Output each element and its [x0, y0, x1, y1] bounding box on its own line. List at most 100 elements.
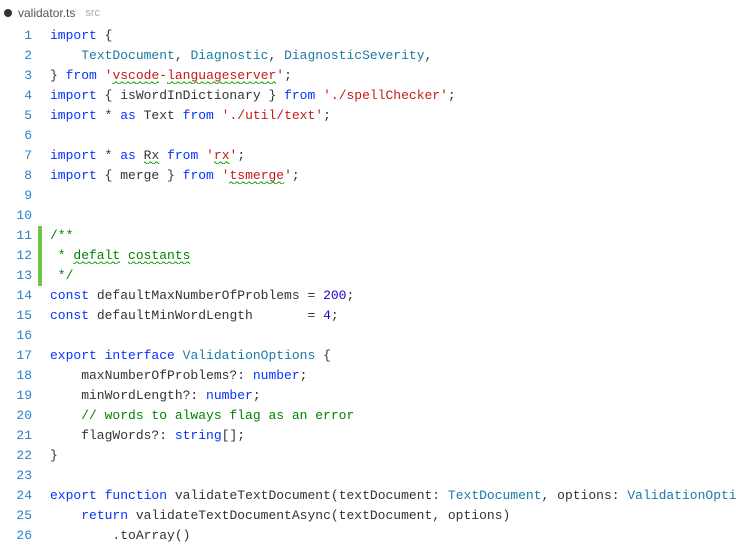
- code-token: ;: [323, 108, 331, 123]
- code-line[interactable]: const defaultMinWordLength = 4;: [50, 306, 736, 326]
- line-number: 16: [0, 326, 32, 346]
- code-token: import: [50, 168, 97, 183]
- code-token: return: [81, 508, 128, 523]
- code-token: import: [50, 28, 97, 43]
- code-token: from: [66, 68, 97, 83]
- line-number: 22: [0, 446, 32, 466]
- tab-path-hint: src: [85, 3, 100, 23]
- code-line[interactable]: [50, 206, 736, 226]
- spelling-warning: rx: [214, 148, 230, 164]
- line-number-gutter: 1234567891011121314151617181920212223242…: [0, 26, 38, 547]
- code-token: ': [206, 148, 214, 163]
- code-line[interactable]: [50, 326, 736, 346]
- code-token: */: [50, 268, 73, 283]
- code-token: [97, 348, 105, 363]
- code-token: *: [50, 248, 73, 263]
- spelling-warning: costants: [128, 248, 190, 264]
- diff-decoration-gutter: [38, 26, 44, 547]
- line-number: 10: [0, 206, 32, 226]
- code-line[interactable]: import * as Rx from 'rx';: [50, 146, 736, 166]
- code-line[interactable]: maxNumberOfProblems?: number;: [50, 366, 736, 386]
- code-token: *: [97, 108, 120, 123]
- code-line[interactable]: [50, 466, 736, 486]
- line-number: 3: [0, 66, 32, 86]
- code-line[interactable]: minWordLength?: number;: [50, 386, 736, 406]
- line-number: 26: [0, 526, 32, 546]
- code-line[interactable]: // words to always flag as an error: [50, 406, 736, 426]
- dirty-indicator-icon: [4, 9, 12, 17]
- code-token: [50, 48, 81, 63]
- code-token: .toArray(): [50, 528, 190, 543]
- code-token: from: [284, 88, 315, 103]
- spelling-warning: Rx: [144, 148, 160, 164]
- code-token: -: [159, 68, 167, 83]
- code-line[interactable]: */: [50, 266, 736, 286]
- code-line[interactable]: import {: [50, 26, 736, 46]
- code-token: './spellChecker': [323, 88, 448, 103]
- line-number: 20: [0, 406, 32, 426]
- diff-added-bar: [38, 226, 42, 286]
- line-number: 8: [0, 166, 32, 186]
- line-number: 17: [0, 346, 32, 366]
- code-line[interactable]: import { merge } from 'tsmerge';: [50, 166, 736, 186]
- code-line[interactable]: [50, 186, 736, 206]
- line-number: 1: [0, 26, 32, 46]
- code-token: const: [50, 288, 89, 303]
- code-line[interactable]: TextDocument, Diagnostic, DiagnosticSeve…: [50, 46, 736, 66]
- code-line[interactable]: flagWords?: string[];: [50, 426, 736, 446]
- code-token: validateTextDocumentAsync(textDocument, …: [128, 508, 510, 523]
- code-token: ;: [331, 308, 339, 323]
- code-token: ;: [346, 288, 354, 303]
- code-token: (textDocument:: [331, 488, 448, 503]
- code-line[interactable]: return validateTextDocumentAsync(textDoc…: [50, 506, 736, 526]
- code-token: [120, 248, 128, 263]
- code-line[interactable]: const defaultMaxNumberOfProblems = 200;: [50, 286, 736, 306]
- editor-tab[interactable]: validator.ts src: [4, 3, 100, 23]
- tab-filename: validator.ts: [18, 3, 75, 23]
- code-line[interactable]: .toArray(): [50, 526, 736, 546]
- code-token: [50, 408, 81, 423]
- code-line[interactable]: import * as Text from './util/text';: [50, 106, 736, 126]
- code-token: ': [284, 168, 292, 183]
- code-token: minWordLength?:: [50, 388, 206, 403]
- editor-tab-bar: validator.ts src: [0, 0, 736, 24]
- code-token: ;: [237, 148, 245, 163]
- spelling-warning: vscode: [112, 68, 159, 84]
- code-line[interactable]: * defalt costants: [50, 246, 736, 266]
- code-token: ValidationOptions: [183, 348, 316, 363]
- code-token: maxNumberOfProblems?:: [50, 368, 253, 383]
- code-token: DiagnosticSeverity: [284, 48, 424, 63]
- code-token: as: [120, 148, 136, 163]
- code-line[interactable]: export interface ValidationOptions {: [50, 346, 736, 366]
- code-token: , options:: [542, 488, 628, 503]
- code-token: [];: [222, 428, 245, 443]
- code-token: function: [105, 488, 167, 503]
- code-line[interactable]: }: [50, 446, 736, 466]
- code-content[interactable]: import { TextDocument, Diagnostic, Diagn…: [44, 26, 736, 547]
- code-token: [50, 508, 81, 523]
- code-token: {: [97, 28, 113, 43]
- code-line[interactable]: [50, 126, 736, 146]
- code-token: number: [206, 388, 253, 403]
- code-line[interactable]: } from 'vscode-languageserver';: [50, 66, 736, 86]
- code-token: ,: [175, 48, 191, 63]
- code-token: export: [50, 348, 97, 363]
- code-token: as: [120, 108, 136, 123]
- spelling-warning: languageserver: [167, 68, 276, 84]
- code-token: [214, 108, 222, 123]
- code-token: validateTextDocument: [175, 488, 331, 503]
- line-number: 14: [0, 286, 32, 306]
- code-token: export: [50, 488, 97, 503]
- code-editor[interactable]: 1234567891011121314151617181920212223242…: [0, 24, 736, 547]
- code-token: {: [315, 348, 331, 363]
- code-line[interactable]: /**: [50, 226, 736, 246]
- code-line[interactable]: export function validateTextDocument(tex…: [50, 486, 736, 506]
- code-token: [167, 488, 175, 503]
- code-token: TextDocument: [448, 488, 542, 503]
- code-line[interactable]: import { isWordInDictionary } from './sp…: [50, 86, 736, 106]
- code-token: import: [50, 148, 97, 163]
- code-token: defaultMinWordLength =: [89, 308, 323, 323]
- code-token: /**: [50, 228, 73, 243]
- code-token: ,: [268, 48, 284, 63]
- line-number: 12: [0, 246, 32, 266]
